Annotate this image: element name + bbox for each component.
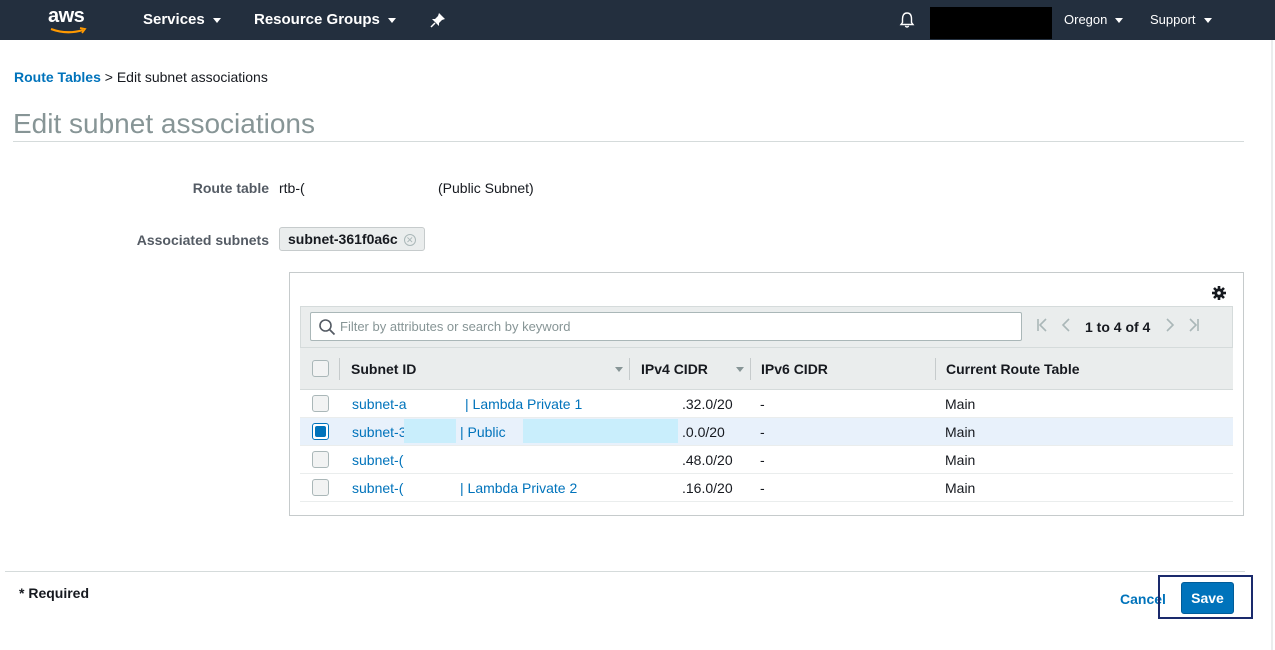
row-checkbox[interactable] (312, 479, 329, 496)
required-note: * Required (19, 585, 90, 601)
aws-logo[interactable]: aws (46, 5, 90, 35)
route-table-id: rtb-( (279, 180, 305, 196)
breadcrumb-route-tables-link[interactable]: Route Tables (14, 69, 101, 85)
aws-logo-text: aws (48, 5, 85, 27)
column-divider (339, 358, 340, 380)
associated-subnet-token-label: subnet-361f0a6c (288, 231, 398, 247)
row-checkbox[interactable] (312, 451, 329, 468)
subnet-name[interactable]: | Lambda Private 2 (460, 474, 577, 502)
support-label: Support (1150, 12, 1196, 27)
top-nav: aws Services Resource Groups Oregon Supp… (0, 0, 1275, 40)
breadcrumb: Route Tables > Edit subnet associations (14, 69, 268, 85)
table-row[interactable]: subnet-( .48.0/20 - Main (300, 446, 1233, 474)
associated-subnet-token: subnet-361f0a6c ✕ (279, 227, 425, 251)
services-menu[interactable]: Services (143, 0, 221, 40)
subnet-id-link[interactable]: subnet-( (352, 474, 403, 502)
row-checkbox-checked[interactable] (312, 423, 329, 440)
ipv4-cidr: .0.0/20 (682, 424, 725, 440)
bell-icon[interactable] (898, 11, 916, 29)
subnet-name[interactable]: | Lambda Private 1 (465, 390, 582, 418)
chevron-down-icon (387, 17, 396, 23)
redacted-cidr-prefix (523, 419, 678, 443)
ipv4-cidr: .16.0/20 (682, 480, 733, 496)
search-icon (319, 319, 336, 336)
ipv4-cidr: .48.0/20 (682, 452, 733, 468)
scrollbar-track[interactable] (1271, 40, 1273, 650)
row-checkbox[interactable] (312, 395, 329, 412)
chevron-down-icon (212, 17, 221, 23)
chevron-down-icon (1115, 18, 1124, 24)
column-header-ipv4-cidr[interactable]: IPv4 CIDR (641, 348, 708, 390)
column-header-ipv6-cidr[interactable]: IPv6 CIDR (761, 348, 828, 390)
column-divider (629, 358, 630, 380)
select-all-checkbox[interactable] (312, 360, 329, 377)
column-divider (750, 358, 751, 380)
table-row-selected[interactable]: subnet-3 | Public .0.0/20 - Main (300, 418, 1233, 446)
sort-caret-icon[interactable] (736, 367, 744, 372)
sort-caret-icon[interactable] (615, 367, 623, 372)
aws-smile-icon (50, 27, 87, 34)
redacted-subnet-id (404, 419, 456, 443)
associated-subnets-label: Associated subnets (136, 232, 269, 248)
ipv4-cidr: .32.0/20 (682, 396, 733, 412)
services-label: Services (143, 11, 205, 28)
region-label: Oregon (1064, 12, 1108, 27)
remove-token-icon[interactable]: ✕ (403, 234, 416, 247)
table-row[interactable]: subnet-( | Lambda Private 2 .16.0/20 - M… (300, 474, 1233, 502)
route-table-label: Route table (192, 180, 269, 196)
column-divider (935, 358, 936, 380)
title-divider (13, 141, 1244, 142)
column-header-current-route-table[interactable]: Current Route Table (946, 348, 1080, 390)
column-header-subnet-id[interactable]: Subnet ID (351, 348, 416, 390)
ipv6-cidr: - (760, 396, 765, 412)
gear-icon[interactable] (1211, 285, 1227, 301)
current-route-table: Main (945, 480, 976, 496)
account-menu-redacted[interactable] (930, 7, 1052, 39)
previous-page-icon[interactable] (1060, 318, 1072, 332)
subnet-id-link[interactable]: subnet-( (352, 446, 403, 474)
table-header: Subnet ID IPv4 CIDR IPv6 CIDR Current Ro… (300, 348, 1233, 390)
save-button[interactable]: Save (1181, 582, 1234, 614)
page-title: Edit subnet associations (13, 108, 315, 139)
last-page-icon[interactable] (1187, 318, 1201, 332)
ipv6-cidr: - (760, 452, 765, 468)
resource-groups-menu[interactable]: Resource Groups (254, 0, 396, 40)
next-page-icon[interactable] (1164, 318, 1176, 332)
current-route-table: Main (945, 424, 976, 440)
region-menu[interactable]: Oregon (1064, 0, 1124, 40)
first-page-icon[interactable] (1035, 318, 1049, 332)
breadcrumb-current: Edit subnet associations (116, 69, 268, 85)
subnet-id-link[interactable]: subnet-a (352, 390, 406, 418)
search-input[interactable] (340, 313, 1010, 340)
support-menu[interactable]: Support (1150, 0, 1212, 40)
breadcrumb-separator: > (104, 69, 113, 85)
pin-icon[interactable] (430, 12, 446, 28)
resource-groups-label: Resource Groups (254, 11, 380, 28)
current-route-table: Main (945, 396, 976, 412)
table-row[interactable]: subnet-a | Lambda Private 1 .32.0/20 - M… (300, 390, 1233, 418)
search-field[interactable] (310, 312, 1022, 341)
subnet-id-link[interactable]: subnet-3 (352, 418, 406, 446)
current-route-table: Main (945, 452, 976, 468)
chevron-down-icon (1203, 18, 1212, 24)
footer-divider (5, 571, 1245, 572)
subnet-name[interactable]: | Public (460, 418, 506, 446)
pagination-text: 1 to 4 of 4 (1085, 319, 1151, 335)
ipv6-cidr: - (760, 424, 765, 440)
route-table-name: (Public Subnet) (438, 180, 534, 196)
ipv6-cidr: - (760, 480, 765, 496)
